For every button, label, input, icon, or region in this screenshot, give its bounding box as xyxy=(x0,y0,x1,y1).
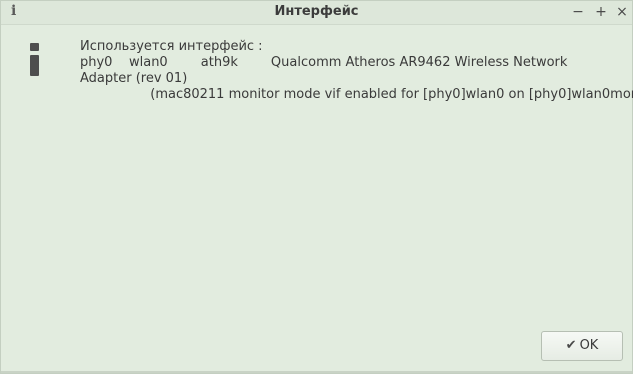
info-icon-dot xyxy=(30,43,39,51)
window-title: Интерфейс xyxy=(274,4,359,19)
maximize-button[interactable]: + xyxy=(592,2,610,22)
message-line-3: Adapter (rev 01) xyxy=(80,71,188,86)
window-bottom-edge xyxy=(1,371,632,373)
dialog-body: Используется интерфейс : phy0 wlan0 ath9… xyxy=(1,25,633,373)
message-line-1: Используется интерфейс : xyxy=(80,39,263,54)
dialog-message: Используется интерфейс : phy0 wlan0 ath9… xyxy=(80,39,633,103)
minimize-button[interactable]: − xyxy=(569,2,587,22)
interface-dialog-window: i Интерфейс − + × Используется интерфейс… xyxy=(0,0,633,374)
message-line-2: phy0 wlan0 ath9k Qualcomm Atheros AR9462… xyxy=(80,55,568,70)
ok-button[interactable]: ✔ OK xyxy=(541,331,623,361)
check-icon: ✔ xyxy=(565,338,577,353)
info-icon xyxy=(27,43,43,77)
message-line-4: (mac80211 monitor mode vif enabled for [… xyxy=(80,87,633,102)
ok-button-label: OK xyxy=(579,338,599,353)
info-icon-stem xyxy=(30,55,39,76)
close-button[interactable]: × xyxy=(613,2,631,22)
titlebar[interactable]: i Интерфейс − + × xyxy=(1,1,632,25)
